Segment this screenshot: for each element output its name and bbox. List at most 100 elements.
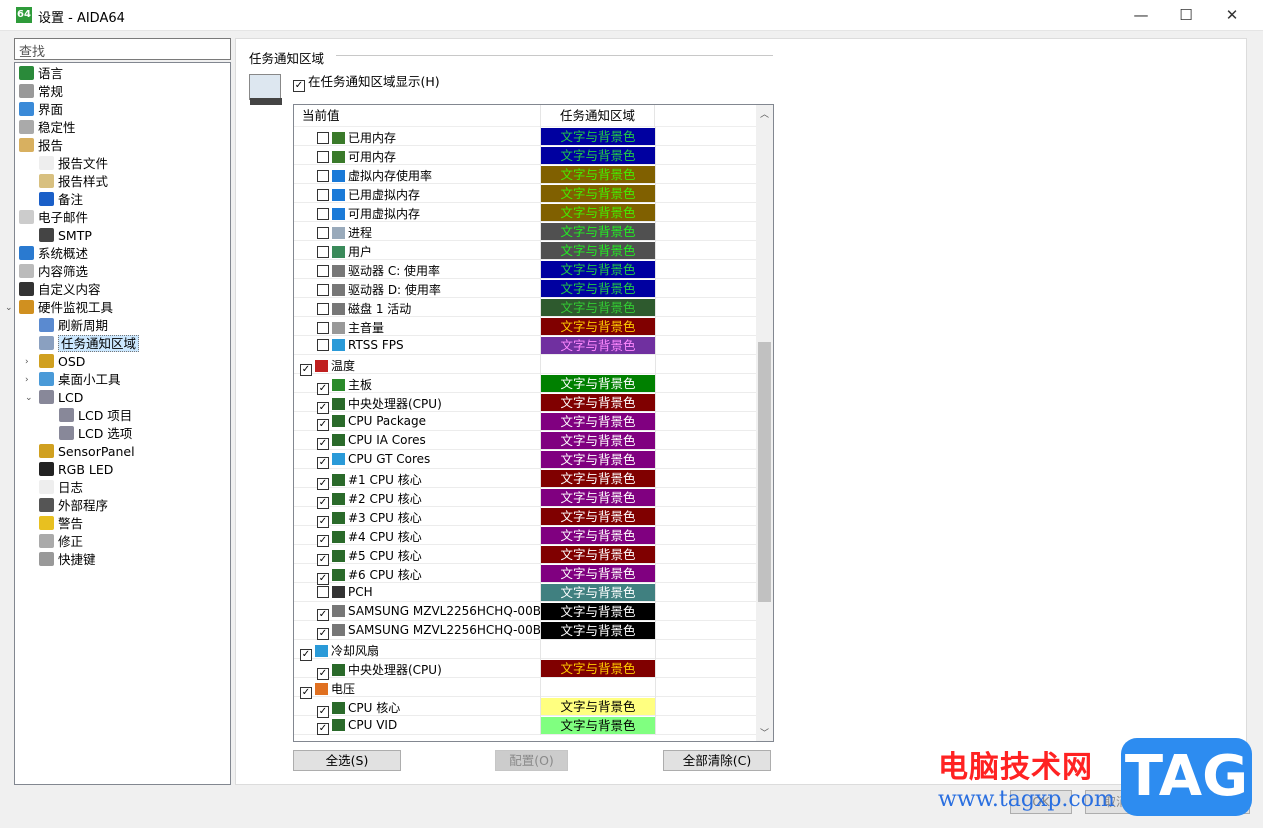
sidebar-item[interactable]: 刷新周期: [15, 317, 230, 335]
sensor-row[interactable]: 已用内存 文字与背景色: [294, 127, 773, 146]
checkbox-unchecked[interactable]: [317, 132, 329, 144]
checkbox-unchecked[interactable]: [317, 586, 329, 598]
sidebar-item[interactable]: 内容筛选: [15, 263, 230, 281]
vertical-scrollbar[interactable]: ︿ ﹀: [756, 105, 773, 741]
checkbox-unchecked[interactable]: [317, 208, 329, 220]
color-cell[interactable]: 文字与背景色: [541, 451, 655, 468]
show-in-tray-checkbox[interactable]: ✓ 在任务通知区域显示(H): [293, 71, 440, 92]
sidebar-item[interactable]: 界面: [15, 101, 230, 119]
close-button[interactable]: ✕: [1209, 0, 1255, 31]
checkbox-unchecked[interactable]: [317, 189, 329, 201]
checkbox-unchecked[interactable]: [317, 170, 329, 182]
color-cell[interactable]: 文字与背景色: [541, 622, 655, 639]
sensor-row[interactable]: ✓ SAMSUNG MZVL2256HCHQ-00B00 文字与背景色: [294, 602, 773, 621]
sidebar-item[interactable]: 报告样式: [15, 173, 230, 191]
color-cell[interactable]: 文字与背景色: [541, 394, 655, 411]
column-current-value[interactable]: 当前值: [302, 105, 340, 127]
checkbox-checked[interactable]: ✓: [317, 628, 329, 640]
color-cell[interactable]: 文字与背景色: [541, 166, 655, 183]
checkbox-checked[interactable]: ✓: [317, 723, 329, 735]
color-cell[interactable]: 文字与背景色: [541, 603, 655, 620]
sensor-row[interactable]: RTSS FPS 文字与背景色: [294, 336, 773, 355]
sidebar-item[interactable]: 电子邮件: [15, 209, 230, 227]
sidebar-item[interactable]: SMTP: [15, 227, 230, 245]
sidebar-item[interactable]: ⌄ 硬件监视工具: [5, 299, 230, 317]
checkbox-checked[interactable]: ✓: [317, 609, 329, 621]
sidebar-item[interactable]: 常规: [15, 83, 230, 101]
sensor-row[interactable]: 虚拟内存使用率 文字与背景色: [294, 165, 773, 184]
sensor-row[interactable]: 主音量 文字与背景色: [294, 317, 773, 336]
color-cell[interactable]: 文字与背景色: [541, 565, 655, 582]
checkbox-checked[interactable]: ✓: [317, 438, 329, 450]
sensor-row[interactable]: 驱动器 D: 使用率 文字与背景色: [294, 279, 773, 298]
sidebar-item[interactable]: 任务通知区域: [15, 335, 230, 353]
sensor-row[interactable]: ✓ CPU GT Cores 文字与背景色: [294, 450, 773, 469]
sidebar-item[interactable]: LCD 项目: [15, 407, 230, 425]
color-cell[interactable]: 文字与背景色: [541, 489, 655, 506]
sensor-row[interactable]: ✓ SAMSUNG MZVL2256HCHQ-00B0... 文字与背景色: [294, 621, 773, 640]
sidebar-item[interactable]: 报告文件: [15, 155, 230, 173]
expander-icon[interactable]: ⌄: [25, 389, 33, 407]
sensor-row[interactable]: 驱动器 C: 使用率 文字与背景色: [294, 260, 773, 279]
maximize-button[interactable]: ☐: [1163, 0, 1209, 31]
color-cell[interactable]: 文字与背景色: [541, 242, 655, 259]
scroll-up-icon[interactable]: ︿: [756, 107, 773, 120]
checkbox-unchecked[interactable]: [317, 265, 329, 277]
sidebar-item[interactable]: 修正: [15, 533, 230, 551]
checkbox-unchecked[interactable]: [317, 284, 329, 296]
color-cell[interactable]: 文字与背景色: [541, 128, 655, 145]
sidebar-item[interactable]: 外部程序: [15, 497, 230, 515]
sensor-row[interactable]: ✓ #6 CPU 核心 文字与背景色: [294, 564, 773, 585]
color-cell[interactable]: 文字与背景色: [541, 584, 655, 601]
sensor-row[interactable]: 可用内存 文字与背景色: [294, 146, 773, 165]
sensor-row[interactable]: 磁盘 1 活动 文字与背景色: [294, 298, 773, 317]
checkbox-checked[interactable]: ✓: [317, 457, 329, 469]
color-cell[interactable]: 文字与背景色: [541, 223, 655, 240]
scroll-down-icon[interactable]: ﹀: [756, 726, 773, 739]
checkbox-unchecked[interactable]: [317, 227, 329, 239]
sensor-group-row[interactable]: ✓ 冷却风扇: [294, 640, 773, 661]
checkbox-checked[interactable]: ✓: [317, 419, 329, 431]
sensor-row[interactable]: PCH 文字与背景色: [294, 583, 773, 602]
color-cell[interactable]: 文字与背景色: [541, 280, 655, 297]
sensor-row[interactable]: 已用虚拟内存 文字与背景色: [294, 184, 773, 203]
sensor-group-row[interactable]: ✓ 电压: [294, 678, 773, 699]
sensor-row[interactable]: ✓ 主板 文字与背景色: [294, 374, 773, 395]
sidebar-item[interactable]: 快捷键: [15, 551, 230, 569]
search-input[interactable]: 查找: [14, 38, 231, 60]
checkbox-unchecked[interactable]: [317, 303, 329, 315]
color-cell[interactable]: 文字与背景色: [541, 299, 655, 316]
sensor-row[interactable]: 可用虚拟内存 文字与背景色: [294, 203, 773, 222]
sensor-row[interactable]: ✓ #1 CPU 核心 文字与背景色: [294, 469, 773, 490]
color-cell[interactable]: 文字与背景色: [541, 318, 655, 335]
sensor-row[interactable]: 用户 文字与背景色: [294, 241, 773, 260]
sidebar-item[interactable]: › 桌面小工具: [15, 371, 230, 389]
sidebar-item[interactable]: › OSD: [15, 353, 230, 371]
column-tray[interactable]: 任务通知区域: [540, 105, 655, 127]
scrollbar-thumb[interactable]: [758, 342, 771, 602]
sensor-group-row[interactable]: ✓ 温度: [294, 355, 773, 376]
color-cell[interactable]: 文字与背景色: [541, 185, 655, 202]
checkbox-unchecked[interactable]: [317, 151, 329, 163]
sidebar-item[interactable]: 日志: [15, 479, 230, 497]
sensor-row[interactable]: ✓ 中央处理器(CPU) 文字与背景色: [294, 659, 773, 680]
color-cell[interactable]: 文字与背景色: [541, 375, 655, 392]
sensor-row[interactable]: ✓ CPU Package 文字与背景色: [294, 412, 773, 431]
sensor-row[interactable]: ✓ #4 CPU 核心 文字与背景色: [294, 526, 773, 547]
sidebar-item[interactable]: 自定义内容: [15, 281, 230, 299]
color-cell[interactable]: 文字与背景色: [541, 470, 655, 487]
sensor-row[interactable]: ✓ CPU VID 文字与背景色: [294, 716, 773, 735]
expander-icon[interactable]: ›: [25, 371, 29, 389]
color-cell[interactable]: 文字与背景色: [541, 261, 655, 278]
sidebar-item[interactable]: 稳定性: [15, 119, 230, 137]
sidebar-item[interactable]: 备注: [15, 191, 230, 209]
sensor-row[interactable]: ✓ CPU 核心 文字与背景色: [294, 697, 773, 718]
color-cell[interactable]: 文字与背景色: [541, 147, 655, 164]
sidebar-item[interactable]: 系统概述: [15, 245, 230, 263]
color-cell[interactable]: 文字与背景色: [541, 337, 655, 354]
select-all-button[interactable]: 全选(S): [293, 750, 401, 771]
checkbox-unchecked[interactable]: [317, 246, 329, 258]
expander-icon[interactable]: ›: [25, 353, 29, 371]
sensor-row[interactable]: ✓ CPU IA Cores 文字与背景色: [294, 431, 773, 450]
sidebar-item[interactable]: 警告: [15, 515, 230, 533]
